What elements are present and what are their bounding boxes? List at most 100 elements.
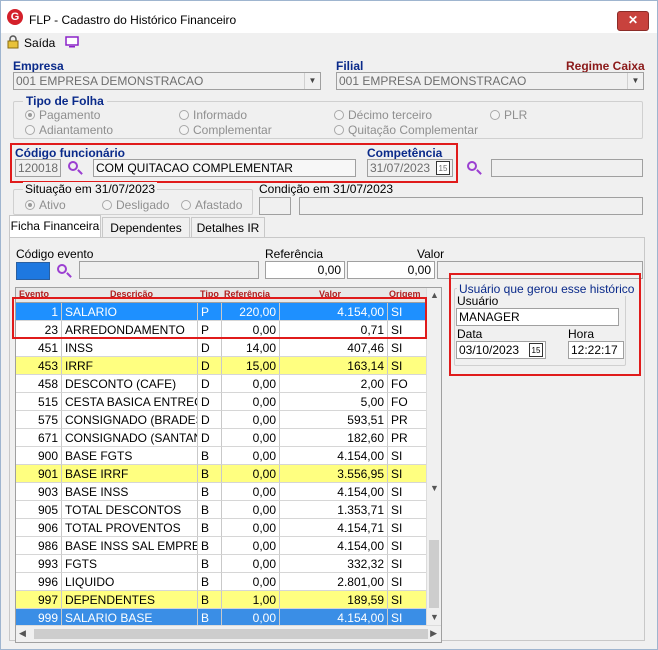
vertical-scrollbar[interactable]: ▲ ▼ ▼ [426,288,441,626]
filial-value: 001 EMPRESA DEMONSTRACAO [339,74,527,88]
chevron-down-icon: ▼ [627,73,643,89]
cell-evento: 453 [16,357,62,375]
cell-tipo: D [198,411,222,429]
tab-detalhes-ir[interactable]: Detalhes IR [191,217,265,237]
cell-evento: 23 [16,321,62,339]
horizontal-scrollbar[interactable]: ◀ ▶ [16,625,441,642]
cell-descricao: IRRF [62,357,198,375]
cell-referencia: 0,00 [222,375,280,393]
table-row[interactable]: 671 CONSIGNADO (SANTAN... D 0,00 182,60 PR [16,429,428,447]
cell-tipo: B [198,483,222,501]
scroll-right-icon[interactable]: ▶ [430,628,437,639]
scroll-left-icon[interactable]: ◀ [19,628,26,639]
empresa-select[interactable]: 001 EMPRESA DEMONSTRACAO ▼ [13,72,321,90]
radio-adiantamento[interactable]: Adiantamento [25,123,113,137]
col-evento-header[interactable]: Evento [19,289,49,299]
hscroll-thumb[interactable] [34,629,428,639]
cell-origem: SI [388,501,428,519]
cell-tipo: B [198,501,222,519]
cell-origem: SI [388,519,428,537]
table-row[interactable]: 1 SALARIO P 220,00 4.154,00 SI [16,303,428,321]
table-row[interactable]: 905 TOTAL DESCONTOS B 0,00 1.353,71 SI [16,501,428,519]
table-row[interactable]: 451 INSS D 14,00 407,46 SI [16,339,428,357]
cell-evento: 906 [16,519,62,537]
cell-valor: 4.154,00 [280,447,388,465]
radio-afastado[interactable]: Afastado [181,198,242,212]
close-button[interactable]: ✕ [617,11,649,31]
cell-tipo: D [198,429,222,447]
table-row[interactable]: 906 TOTAL PROVENTOS B 0,00 4.154,71 SI [16,519,428,537]
table-row[interactable]: 458 DESCONTO (CAFE) D 0,00 2,00 FO [16,375,428,393]
search-icon[interactable] [467,161,477,171]
cell-descricao: SALARIO [62,303,198,321]
exit-button[interactable]: Saída [7,35,57,51]
col-referencia-header[interactable]: Referência [224,289,270,299]
cell-descricao: BASE IRRF [62,465,198,483]
valor-input[interactable]: 0,00 [347,261,435,279]
tab-dependentes[interactable]: Dependentes [102,217,190,237]
data-label: Data [457,327,483,341]
scroll-thumb[interactable] [429,540,439,608]
table-row[interactable]: 515 CESTA BASICA ENTREGA D 0,00 5,00 FO [16,393,428,411]
radio-quitacao-complementar[interactable]: Quitação Complementar [334,123,478,137]
cell-valor: 4.154,00 [280,537,388,555]
tab-ficha-financeira[interactable]: Ficha Financeira [9,215,101,238]
condicao-code-field [259,197,291,215]
table-row[interactable]: 23 ARREDONDAMENTO P 0,00 0,71 SI [16,321,428,339]
cell-descricao: CESTA BASICA ENTREGA [62,393,198,411]
scroll-down-icon[interactable]: ▼ [430,612,439,622]
cell-evento: 996 [16,573,62,591]
col-valor-header[interactable]: Valor [319,289,341,299]
codigo-evento-input[interactable] [16,262,50,280]
table-row[interactable]: 901 BASE IRRF B 0,00 3.556,95 SI [16,465,428,483]
radio-desligado[interactable]: Desligado [102,198,169,212]
cell-origem: SI [388,555,428,573]
monitor-button[interactable] [65,36,79,48]
table-row[interactable]: 453 IRRF D 15,00 163,14 SI [16,357,428,375]
table-row[interactable]: 993 FGTS B 0,00 332,32 SI [16,555,428,573]
cell-evento: 575 [16,411,62,429]
empresa-value: 001 EMPRESA DEMONSTRACAO [16,74,204,88]
cell-tipo: B [198,465,222,483]
funcionario-code-field[interactable]: 120018 [15,159,61,177]
table-row[interactable]: 903 BASE INSS B 0,00 4.154,00 SI [16,483,428,501]
radio-plr[interactable]: PLR [490,108,527,122]
radio-ativo[interactable]: Ativo [25,198,66,212]
table-row[interactable]: 986 BASE INSS SAL EMPRE... B 0,00 4.154,00 SI [16,537,428,555]
hora-label: Hora [568,327,595,341]
empresa-label: Empresa [13,59,64,73]
scroll-up-icon[interactable]: ▲ [430,290,439,300]
radio-informado[interactable]: Informado [179,108,247,122]
search-icon[interactable] [57,264,67,274]
cell-referencia: 14,00 [222,339,280,357]
scroll-mid-down-icon[interactable]: ▼ [430,483,439,493]
col-origem-header[interactable]: Origem [389,289,421,299]
cell-tipo: B [198,591,222,609]
table-row[interactable]: 900 BASE FGTS B 0,00 4.154,00 SI [16,447,428,465]
col-descricao-header[interactable]: Descrição [110,289,153,299]
cell-evento: 905 [16,501,62,519]
cell-referencia: 0,00 [222,519,280,537]
referencia-input[interactable]: 0,00 [265,261,345,279]
cell-origem: FO [388,393,428,411]
cell-valor: 189,59 [280,591,388,609]
cell-tipo: D [198,339,222,357]
filial-select[interactable]: 001 EMPRESA DEMONSTRACAO ▼ [336,72,644,90]
cell-origem: PR [388,411,428,429]
cell-tipo: B [198,447,222,465]
financial-grid[interactable]: Evento Descrição Tipo Referência Valor O… [15,287,442,643]
table-row[interactable]: 575CONSIGNADO (BRADES...D0,00593,51PR [16,411,428,429]
cell-tipo: D [198,357,222,375]
col-tipo-header[interactable]: Tipo [200,289,219,299]
radio-pagamento[interactable]: Pagamento [25,108,100,122]
cell-valor: 0,71 [280,321,388,339]
calendar-icon[interactable]: 15 [436,161,450,175]
table-row[interactable]: 996 LIQUIDO B 0,00 2.801,00 SI [16,573,428,591]
cell-referencia: 0,00 [222,447,280,465]
radio-complementar[interactable]: Complementar [179,123,272,137]
radio-decimo-terceiro[interactable]: Décimo terceiro [334,108,432,122]
competencia-date-field[interactable]: 31/07/2023 15 [367,159,453,177]
valor-label: Valor [417,247,445,261]
table-row[interactable]: 997 DEPENDENTES B 1,00 189,59 SI [16,591,428,609]
search-icon[interactable] [68,161,78,171]
